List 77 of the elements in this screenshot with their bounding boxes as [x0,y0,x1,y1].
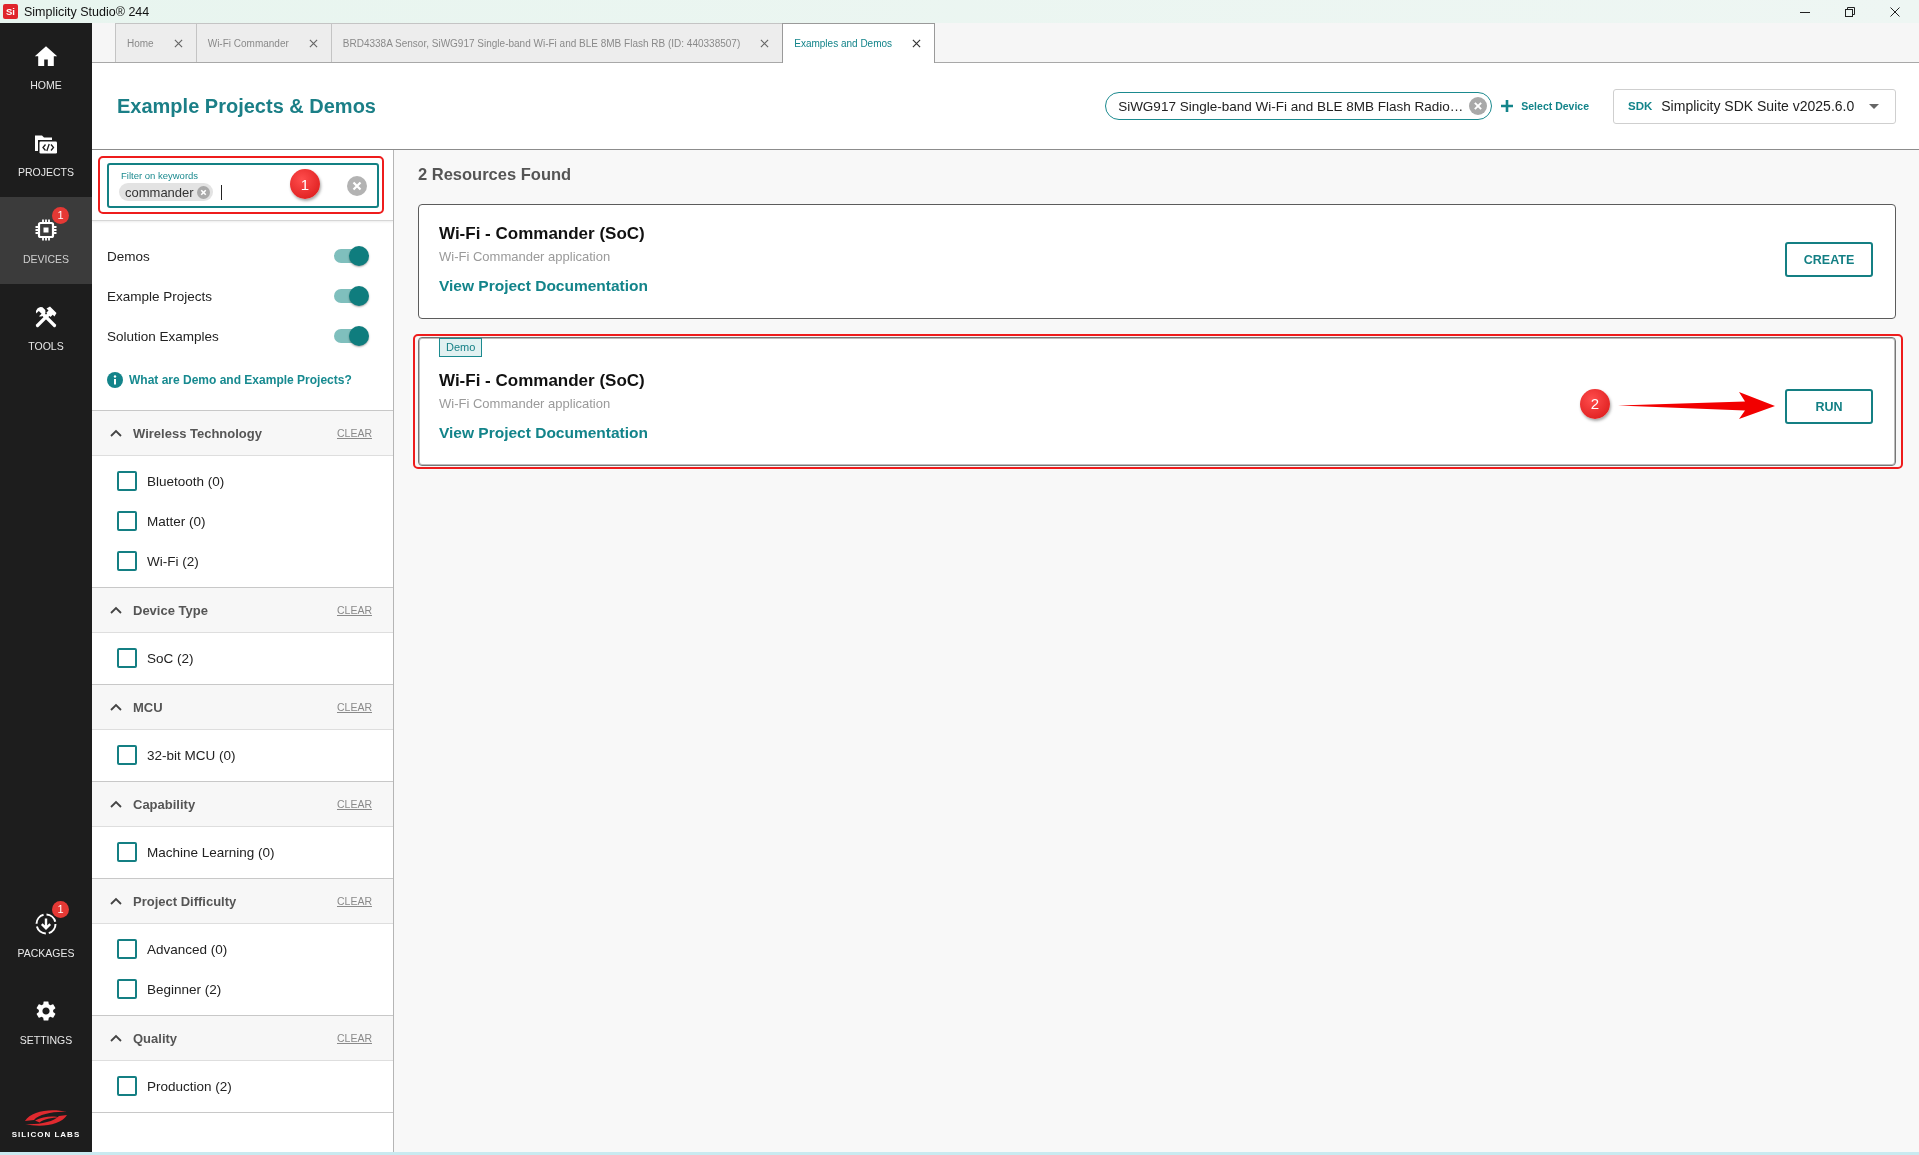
plus-icon [1501,100,1514,112]
checkbox-label[interactable]: Advanced (0) [147,941,228,957]
card-tag: Demo [439,338,483,357]
card-description: Wi-Fi Commander application [439,396,611,412]
action-button[interactable]: CREATE [1785,242,1873,277]
checkbox-label[interactable]: Matter (0) [147,513,206,529]
keyword-chip[interactable]: commander [119,183,213,201]
select-device-link[interactable]: Select Device [1501,100,1589,112]
arrow-icon [1618,389,1775,420]
chevron-up-icon[interactable] [110,1034,122,1042]
window-title: Simplicity Studio® 244 [24,4,150,19]
section-title: Quality [133,1030,178,1046]
toggle-label: Demos [107,248,150,264]
toggle-switch[interactable] [333,286,369,306]
checkbox[interactable] [117,511,137,531]
nav-item[interactable]: HOME [0,23,92,110]
checkbox-label[interactable]: Production (2) [147,1078,232,1094]
chevron-up-icon[interactable] [110,800,122,808]
checkbox-label[interactable]: Machine Learning (0) [147,844,275,860]
app-logo: Si [3,4,18,19]
nav-item[interactable]: SETTINGS [0,978,92,1065]
checkbox[interactable] [117,471,137,491]
card-description: Wi-Fi Commander application [439,249,611,265]
settings-icon [34,999,58,1023]
toggle-switch[interactable] [333,326,369,346]
tools-icon [34,305,58,329]
section-title: Capability [133,796,196,812]
checkbox[interactable] [117,745,137,765]
section-title: Wireless Technology [133,425,262,441]
checkbox[interactable] [117,648,137,668]
toggle-label: Example Projects [107,288,213,304]
step-marker: 2 [1580,388,1610,419]
text-cursor-icon [220,184,222,200]
checkbox-label[interactable]: Beginner (2) [147,981,222,997]
checkbox[interactable] [117,979,137,999]
caret-icon [1869,103,1879,109]
device-chip[interactable]: SiWG917 Single-band Wi-Fi and BLE 8MB Flash Radio… [1105,92,1493,120]
nav-item[interactable]: TOOLS [0,284,92,371]
section-title: Device Type [133,602,208,618]
checkbox-label[interactable]: SoC (2) [147,650,194,666]
chip-icon [34,218,58,242]
logo-icon [23,1108,69,1128]
checkbox[interactable] [117,551,137,571]
section-title: MCU [133,699,163,715]
field-label: Filter on keywords [121,170,200,181]
notification-count: 1 [52,901,69,918]
info-icon [107,372,123,388]
page-title: Example Projects & Demos [117,94,376,118]
toggle-switch[interactable] [333,246,369,266]
chevron-up-icon[interactable] [110,429,122,437]
checkbox[interactable] [117,939,137,959]
checkbox[interactable] [117,842,137,862]
toggle-label: Solution Examples [107,328,219,344]
checkbox[interactable] [117,1076,137,1096]
documentation-link[interactable]: View Project Documentation [439,276,648,296]
download-icon [34,912,58,936]
chevron-up-icon[interactable] [110,703,122,711]
tab[interactable]: Examples and Demos [782,23,936,63]
checkbox-label[interactable]: Bluetooth (0) [147,473,225,489]
help-link[interactable]: What are Demo and Example Projects? [129,373,352,387]
action-button[interactable]: RUN [1785,389,1873,424]
results-count: 2 Resources Found [418,164,573,184]
card-title: Wi-Fi - Commander (SoC) [439,223,645,245]
nav-item[interactable]: PROJECTS [0,110,92,197]
checkbox-label[interactable]: 32-bit MCU (0) [147,747,236,763]
close-icon[interactable] [912,39,922,48]
logo-text: SILICON LABS [11,1130,81,1140]
home-icon [34,44,58,68]
chevron-up-icon[interactable] [110,897,122,905]
documentation-link[interactable]: View Project Documentation [439,423,648,443]
section-title: Project Difficulty [133,893,237,909]
sdk-dropdown[interactable]: SDK Simplicity SDK Suite v2025.6.0 [1613,88,1896,124]
close-icon[interactable] [1890,6,1900,17]
chevron-up-icon[interactable] [110,606,122,614]
checkbox-label[interactable]: Wi-Fi (2) [147,553,199,569]
restore-icon[interactable] [1845,6,1855,17]
card-title: Wi-Fi - Commander (SoC) [439,370,645,392]
